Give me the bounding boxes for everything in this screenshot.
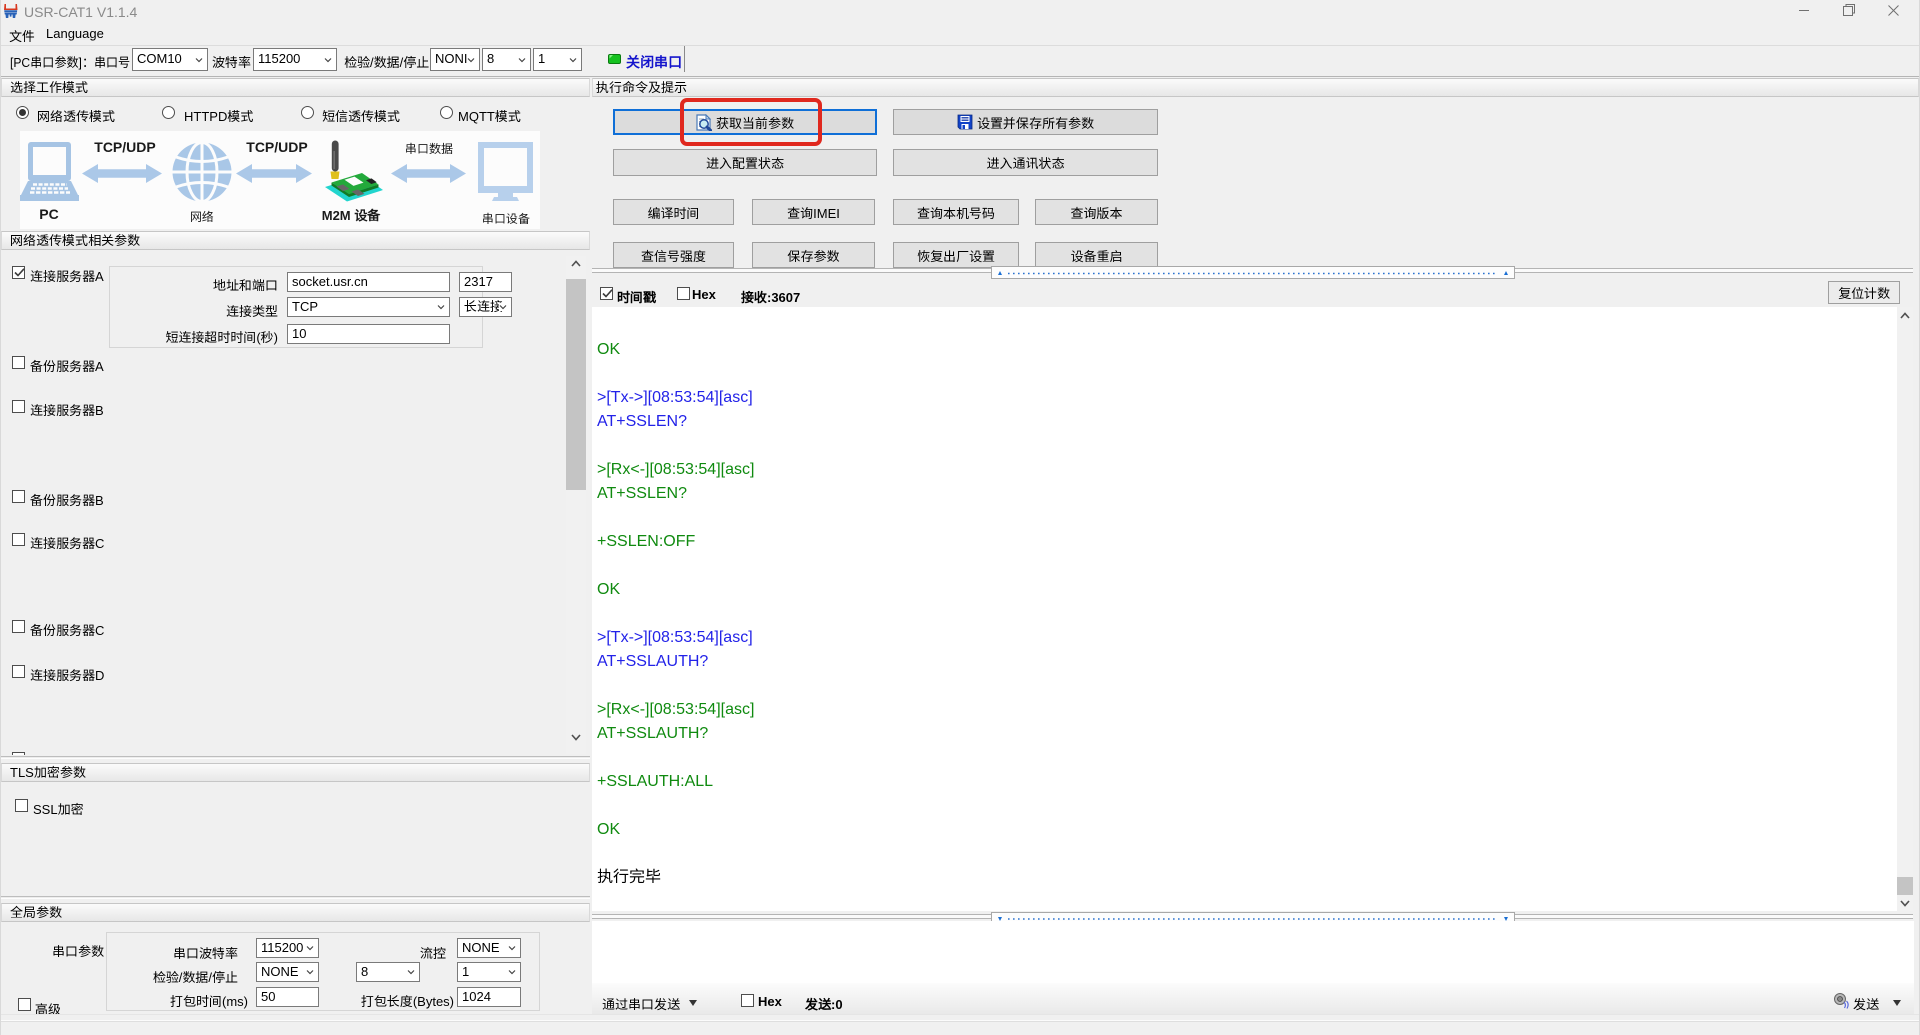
svg-text:M2M 设备: M2M 设备	[322, 208, 382, 223]
svg-text:TCP/UDP: TCP/UDP	[246, 139, 307, 155]
svg-text:TCP/UDP: TCP/UDP	[94, 139, 155, 155]
svg-text:串口设备: 串口设备	[482, 210, 530, 227]
svg-text:PC: PC	[39, 206, 58, 222]
svg-text:串口数据: 串口数据	[405, 140, 453, 157]
svg-text:网络: 网络	[190, 208, 214, 225]
